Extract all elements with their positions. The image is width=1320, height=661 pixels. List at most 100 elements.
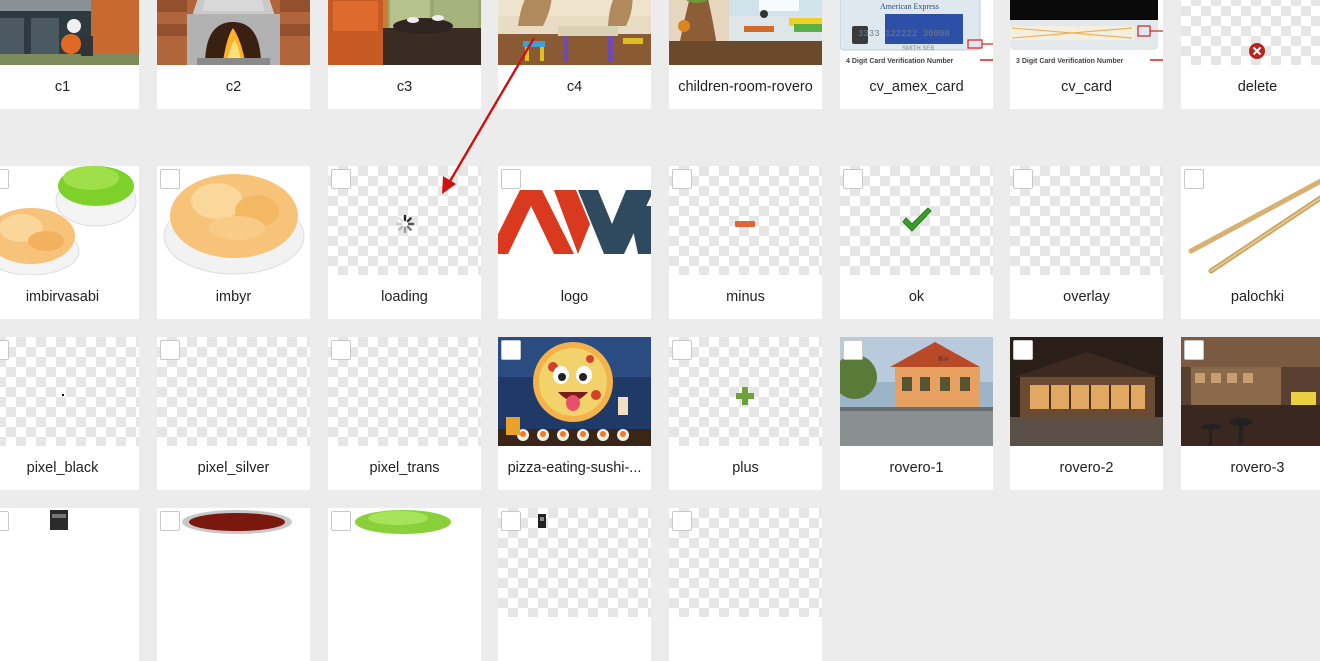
card-brand-text: American Express — [880, 2, 939, 11]
image-grid: c1 Rov c2 — [0, 0, 1320, 661]
thumbnail[interactable] — [0, 508, 139, 617]
image-label: ok — [908, 289, 925, 305]
image-tile[interactable]: c4 — [498, 0, 651, 109]
select-checkbox[interactable] — [501, 340, 521, 360]
select-checkbox[interactable] — [160, 169, 180, 189]
checkmark-icon — [902, 207, 932, 232]
plus-icon — [736, 387, 754, 405]
image-label: rovero-2 — [1059, 460, 1114, 476]
black-pixel — [62, 394, 64, 396]
image-tile[interactable]: palochki — [1181, 166, 1320, 319]
loading-spinner-icon — [395, 214, 415, 234]
image-tile[interactable]: plus — [669, 337, 822, 490]
image-label: imbirvasabi — [25, 289, 100, 305]
thumbnail[interactable] — [0, 337, 139, 446]
svg-text:Rov: Rov — [937, 355, 950, 363]
thumbnail[interactable] — [1181, 0, 1320, 65]
image-tile[interactable]: imbirvasabi — [0, 166, 139, 319]
select-checkbox[interactable] — [843, 340, 863, 360]
image-tile[interactable]: c3 — [328, 0, 481, 109]
image-label: children-room-rovero — [678, 79, 813, 95]
select-checkbox[interactable] — [331, 340, 351, 360]
image-label: c1 — [54, 79, 71, 95]
select-checkbox[interactable] — [672, 340, 692, 360]
image-label: logo — [560, 289, 589, 305]
image-tile[interactable]: minus — [669, 166, 822, 319]
thumbnail[interactable] — [0, 166, 139, 275]
image-tile[interactable] — [0, 508, 139, 661]
image-label: palochki — [1230, 289, 1285, 305]
image-label: delete — [1237, 79, 1278, 95]
image-tile[interactable]: pixel_black — [0, 337, 139, 490]
thumbnail[interactable] — [498, 0, 651, 65]
image-label: overlay — [1063, 289, 1110, 305]
select-checkbox[interactable] — [0, 169, 9, 189]
select-checkbox[interactable] — [0, 340, 9, 360]
select-checkbox[interactable] — [160, 511, 180, 531]
image-tile[interactable]: rovero-3 — [1181, 337, 1320, 490]
card-number-text: 3333 122222 30000 — [858, 29, 950, 39]
thumbnail[interactable]: 3 Digit Card Verification Number — [1010, 0, 1163, 65]
image-label — [328, 617, 481, 661]
select-checkbox[interactable] — [1184, 340, 1204, 360]
image-tile[interactable]: pixel_silver — [157, 337, 310, 490]
delete-icon — [1249, 43, 1265, 59]
image-label: cv_amex_card — [869, 79, 964, 95]
select-checkbox[interactable] — [672, 169, 692, 189]
image-tile[interactable]: Rov rovero-1 — [840, 337, 993, 490]
card-caption-text: 3 Digit Card Verification Number — [1016, 58, 1124, 65]
image-tile[interactable]: loading — [328, 166, 481, 319]
select-checkbox[interactable] — [331, 169, 351, 189]
image-tile[interactable] — [328, 508, 481, 661]
thumbnail[interactable]: Rov — [157, 0, 310, 65]
image-tile[interactable]: logo — [498, 166, 651, 319]
image-tile[interactable]: pixel_trans — [328, 337, 481, 490]
thumbnail[interactable] — [0, 0, 139, 65]
image-label: cv_card — [1061, 79, 1112, 95]
image-tile[interactable]: 3 Digit Card Verification Number cv_card — [1010, 0, 1163, 109]
image-tile[interactable] — [157, 508, 310, 661]
image-label: imbyr — [215, 289, 252, 305]
select-checkbox[interactable] — [501, 511, 521, 531]
image-label: rovero-1 — [889, 460, 944, 476]
select-checkbox[interactable] — [672, 511, 692, 531]
image-label: c3 — [396, 79, 413, 95]
image-label — [498, 617, 651, 661]
image-label: pixel_trans — [369, 460, 440, 476]
image-tile[interactable]: c1 — [0, 0, 139, 109]
image-tile[interactable]: overlay — [1010, 166, 1163, 319]
select-checkbox[interactable] — [0, 511, 9, 531]
image-label: minus — [726, 289, 765, 305]
image-label — [0, 617, 139, 661]
image-label: c2 — [225, 79, 242, 95]
image-tile[interactable]: ok — [840, 166, 993, 319]
image-tile[interactable]: pizza-eating-sushi-... — [498, 337, 651, 490]
image-tile[interactable]: rovero-2 — [1010, 337, 1163, 490]
select-checkbox[interactable] — [501, 169, 521, 189]
image-label: c4 — [566, 79, 583, 95]
select-checkbox[interactable] — [1013, 340, 1033, 360]
thumbnail[interactable] — [328, 0, 481, 65]
select-checkbox[interactable] — [160, 340, 180, 360]
image-tile[interactable] — [669, 508, 822, 661]
thumbnail[interactable] — [669, 0, 822, 65]
image-label: plus — [732, 460, 759, 476]
image-tile[interactable]: delete — [1181, 0, 1320, 109]
thumbnail[interactable]: American Express 3333 122222 30000 SMITH… — [840, 0, 993, 65]
card-caption-text: 4 Digit Card Verification Number — [846, 58, 954, 65]
select-checkbox[interactable] — [1013, 169, 1033, 189]
image-tile[interactable]: children-room-rovero — [669, 0, 822, 109]
image-tile[interactable] — [498, 508, 651, 661]
image-label: pixel_silver — [197, 460, 270, 476]
select-checkbox[interactable] — [843, 169, 863, 189]
image-tile[interactable]: American Express 3333 122222 30000 SMITH… — [840, 0, 993, 109]
image-label: loading — [381, 289, 428, 305]
image-tile[interactable]: imbyr — [157, 166, 310, 319]
svg-text:SMITH SEB: SMITH SEB — [902, 46, 934, 52]
select-checkbox[interactable] — [331, 511, 351, 531]
minus-icon — [735, 221, 755, 227]
image-label: rovero-3 — [1230, 460, 1285, 476]
select-checkbox[interactable] — [1184, 169, 1204, 189]
image-tile[interactable]: Rov c2 — [157, 0, 310, 109]
image-label — [157, 617, 310, 661]
